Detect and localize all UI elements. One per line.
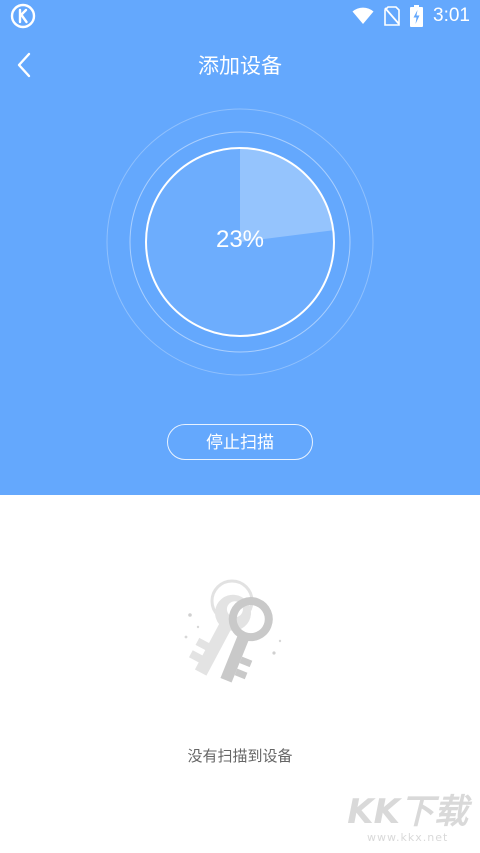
no-sim-icon xyxy=(384,6,400,26)
status-icons: 3:01 xyxy=(352,4,470,28)
empty-message: 没有扫描到设备 xyxy=(187,747,293,765)
wifi-icon xyxy=(352,7,374,24)
keys-icon xyxy=(184,579,282,683)
app-badge-icon xyxy=(10,3,36,29)
scan-radar: 23% xyxy=(106,108,374,376)
app-bar: 添加设备 xyxy=(0,40,480,90)
page-title: 添加设备 xyxy=(198,54,282,78)
status-bar: 3:01 xyxy=(0,0,480,32)
stop-scan-button[interactable]: 停止扫描 xyxy=(167,424,313,460)
empty-state: 没有扫描到设备 KK下载 www.kkx.net xyxy=(0,495,480,853)
battery-charging-icon xyxy=(410,5,424,27)
watermark-logo: KK下载 xyxy=(347,792,468,832)
scan-panel: 3:01 添加设备 23% 停止扫描 xyxy=(0,0,480,495)
progress-percent: 23% xyxy=(215,226,265,253)
status-time: 3:01 xyxy=(433,5,470,26)
watermark-url: www.kkx.net xyxy=(367,831,449,844)
watermark: KK下载 www.kkx.net xyxy=(347,795,468,843)
